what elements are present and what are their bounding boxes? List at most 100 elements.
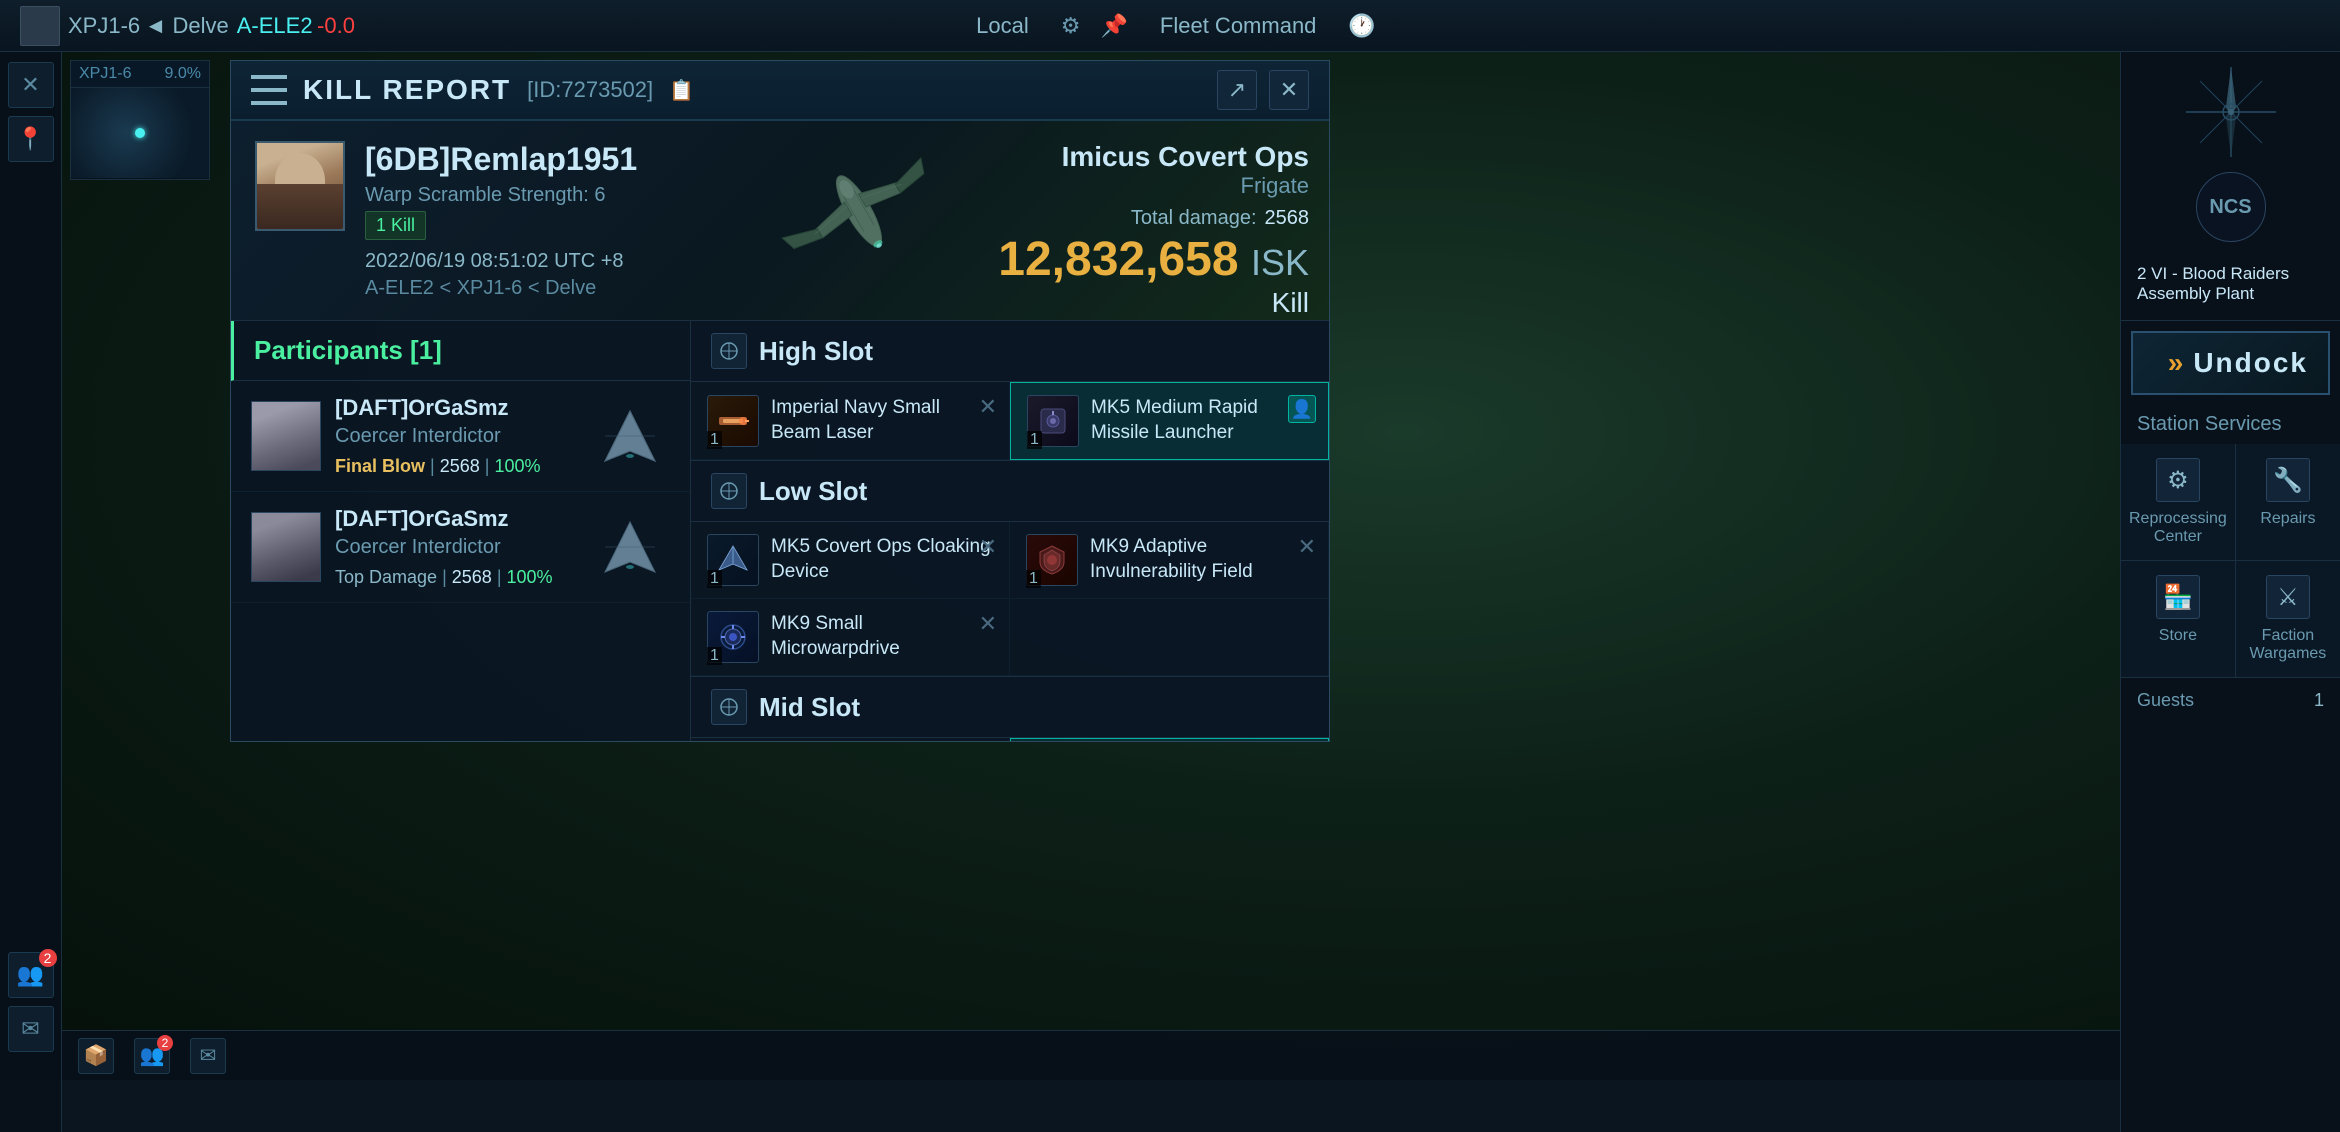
low-slot-icon	[711, 473, 747, 509]
isk-row: 12,832,658 ISK	[998, 234, 1309, 287]
mid-slot-item-2: 1 Caldari Navy Warp 👤	[1010, 738, 1329, 741]
ship-svg	[759, 136, 959, 286]
participant-ship-2: Coercer Interdictor	[335, 536, 576, 559]
blow-type-1: Final Blow	[335, 456, 425, 476]
store-service-button[interactable]: 🏪 Store	[2121, 561, 2235, 677]
close-modal-button[interactable]: ✕	[1269, 70, 1309, 110]
modal-title: KILL REPORT	[303, 74, 511, 106]
map-dot	[135, 128, 145, 138]
mail-nav-button[interactable]: ✉	[8, 1006, 54, 1052]
compass-svg	[2181, 62, 2281, 162]
mid-slot-icon	[711, 689, 747, 725]
export-button[interactable]: ↗	[1217, 70, 1257, 110]
mid-slot-item-1: 1 'Interruptive' Stasis ▼	[691, 738, 1010, 741]
top-bar: XPJ1-6 ◄ Delve A-ELE2 -0.0 Local ⚙ 📌 Fle…	[0, 0, 2340, 52]
low-slot-header: Low Slot	[691, 461, 1329, 522]
hamburger-line-3	[251, 101, 287, 105]
people-bottom-icon[interactable]: 👥 2	[134, 1038, 170, 1074]
participant-ship-1: Coercer Interdictor	[335, 425, 576, 448]
high-slot-item-2-name: MK5 Medium Rapid Missile Launcher	[1091, 396, 1312, 445]
character-name-display: A-ELE2 -0.0	[237, 13, 355, 39]
pin-icon[interactable]: 📌	[1101, 13, 1128, 39]
reprocessing-icon: ⚙	[2156, 458, 2200, 502]
ship-thumb-2	[590, 517, 670, 577]
location-system: XPJ1-6 ◄ Delve	[68, 13, 229, 39]
participant-info-1: [DAFT]OrGaSmz Coercer Interdictor Final …	[335, 395, 576, 477]
remove-low-item-1-button[interactable]: ✕	[979, 534, 997, 560]
top-tabs: Local ⚙ 📌 Fleet Command 🕐	[964, 9, 1376, 43]
item-qty-2: 1	[1027, 431, 1042, 449]
station-location: 2 VI - Blood Raiders Assembly Plant	[2137, 264, 2324, 304]
pct-2: 100%	[507, 567, 553, 587]
low-slot-item-1: 1 MK5 Covert Ops Cloaking Device ✕	[691, 522, 1010, 599]
item-qty-3: 1	[707, 570, 722, 588]
slot-svg-icon	[719, 341, 739, 361]
total-damage-label: Total damage:	[1131, 207, 1257, 230]
user-indicator-icon: 👤	[1288, 395, 1316, 423]
clock-icon: 🕐	[1348, 13, 1375, 39]
faction-wargames-service-button[interactable]: ⚔ Faction Wargames	[2236, 561, 2340, 677]
low-slot-item-2-name: MK9 Adaptive Invulnerability Field	[1090, 535, 1312, 584]
user-icon: 👤	[1291, 399, 1313, 420]
local-tab[interactable]: Local	[964, 9, 1041, 43]
blow-type-2: Top Damage	[335, 567, 437, 587]
damage-1: 2568	[440, 456, 480, 476]
reprocessing-service-button[interactable]: ⚙ Reprocessing Center	[2121, 444, 2235, 560]
participant-row-2: [DAFT]OrGaSmz Coercer Interdictor Top Da…	[231, 492, 690, 603]
double-chevron-icon: »	[2168, 347, 2186, 379]
bottom-people-badge: 2	[157, 1035, 173, 1051]
participant-name-1: [DAFT]OrGaSmz	[335, 395, 576, 421]
undock-button[interactable]: » Undock	[2131, 331, 2330, 395]
participant-ship-img-1	[590, 406, 670, 466]
minimap-title: XPJ1-6	[79, 65, 131, 83]
portrait-body	[257, 184, 343, 229]
ship-class-name: Imicus Covert Ops	[998, 141, 1309, 173]
portrait-inner-2	[252, 513, 320, 581]
gear-icon[interactable]: ⚙	[1061, 13, 1081, 39]
low-slot-section: Low Slot 1 MK5 Covert Ops Clo	[691, 461, 1329, 677]
copy-icon[interactable]: 📋	[669, 78, 694, 103]
high-slot-item-1-name: Imperial Navy Small Beam Laser	[771, 396, 993, 445]
ship-image-area	[749, 131, 969, 291]
repairs-label: Repairs	[2260, 510, 2315, 528]
people-badge: 2	[39, 949, 57, 967]
remove-high-item-1-button[interactable]: ✕	[979, 394, 997, 420]
low-slot-svg-icon	[719, 481, 739, 501]
guests-label: Guests	[2137, 690, 2194, 711]
close-nav-button[interactable]: ✕	[8, 62, 54, 108]
store-label: Store	[2159, 627, 2197, 645]
guests-section: Guests 1	[2121, 677, 2340, 723]
participant-name-2: [DAFT]OrGaSmz	[335, 506, 576, 532]
fleet-command-tab[interactable]: Fleet Command	[1148, 9, 1329, 43]
cargo-bottom-icon[interactable]: 📦	[78, 1038, 114, 1074]
titlebar-right: ↗ ✕	[1217, 70, 1309, 110]
mail-bottom-icon[interactable]: ✉	[190, 1038, 226, 1074]
kill-report-modal: KILL REPORT [ID:7273502] 📋 ↗ ✕ [6DB]Reml…	[230, 60, 1330, 742]
isk-unit: ISK	[1251, 242, 1309, 283]
repairs-service-button[interactable]: 🔧 Repairs	[2236, 444, 2340, 560]
guests-count: 1	[2314, 690, 2324, 711]
item-qty-5: 1	[707, 647, 722, 665]
station-services-header: Station Services	[2121, 405, 2340, 444]
faction-wargames-icon: ⚔	[2266, 575, 2310, 619]
kill-type-label: Kill	[998, 287, 1309, 319]
ship-class-type: Frigate	[998, 173, 1309, 199]
security-display: 9.0%	[165, 65, 201, 83]
hamburger-menu-button[interactable]	[251, 75, 287, 105]
low-slot-item-3-name: MK9 Small Microwarpdrive	[771, 612, 993, 661]
participants-title: Participants [1]	[254, 335, 442, 365]
participant-stats-2: Top Damage | 2568 | 100%	[335, 567, 576, 588]
mid-slot-section: Mid Slot 1 'Interruptive' Sta	[691, 677, 1329, 741]
remove-low-item-3-button[interactable]: ✕	[979, 611, 997, 637]
people-nav-button[interactable]: 👥 2	[8, 952, 54, 998]
repairs-icon: 🔧	[2266, 458, 2310, 502]
stat-separator-1: |	[430, 456, 440, 476]
pct-1: 100%	[494, 456, 540, 476]
character-portrait	[20, 6, 60, 46]
remove-low-item-2-button[interactable]: ✕	[1298, 534, 1316, 560]
low-slot-item-2: 1 MK9 Adaptive Invulnerability Field ✕	[1010, 522, 1329, 599]
high-slot-icon	[711, 333, 747, 369]
low-slot-items: 1 MK5 Covert Ops Cloaking Device ✕	[691, 522, 1329, 676]
map-nav-button[interactable]: 📍	[8, 116, 54, 162]
participant-portrait-1	[251, 401, 321, 471]
